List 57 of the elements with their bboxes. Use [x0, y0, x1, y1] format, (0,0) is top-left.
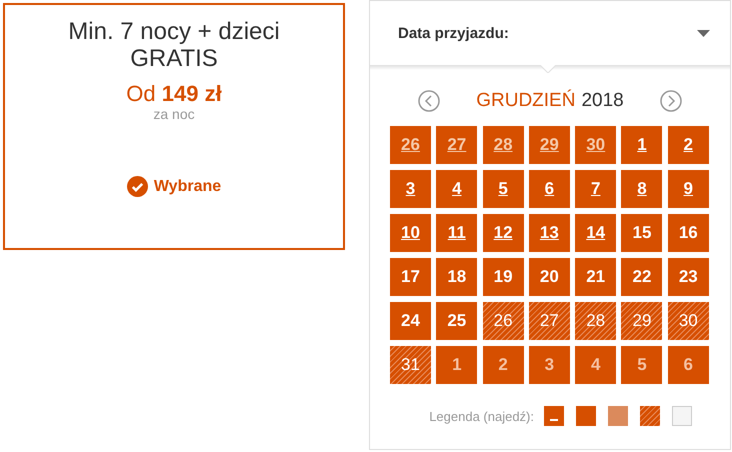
- day-cell: 2: [482, 346, 524, 384]
- day-cell: 3: [528, 346, 570, 384]
- legend-swatch[interactable]: [576, 406, 596, 426]
- day-link[interactable]: 1: [621, 126, 662, 164]
- legend-swatch[interactable]: [608, 406, 628, 426]
- day-cell: 18: [436, 258, 478, 296]
- day-link[interactable]: 27: [436, 126, 478, 164]
- offer-card[interactable]: Min. 7 nocy + dzieci GRATIS Od 149 zł za noc Wybrane: [3, 3, 345, 250]
- day-cell: 27: [528, 302, 570, 340]
- day-link[interactable]: 11: [436, 214, 478, 252]
- day-link[interactable]: 8: [621, 170, 662, 208]
- day-cell: 17: [390, 258, 431, 296]
- legend-label: Legenda (najedź):: [429, 408, 534, 424]
- day-cell: 28: [575, 302, 616, 340]
- day-cell: 21: [575, 258, 616, 296]
- day-cell: 20: [528, 258, 570, 296]
- day-cell: 23: [668, 258, 709, 296]
- day-link[interactable]: 30: [575, 126, 616, 164]
- day-link[interactable]: 7: [575, 170, 616, 208]
- day-link[interactable]: 3: [390, 170, 431, 208]
- day-cell: 26: [482, 302, 524, 340]
- day-link[interactable]: 4: [436, 170, 478, 208]
- month-title: GRUDZIEŃ 2018: [476, 90, 624, 112]
- day-link[interactable]: 13: [528, 214, 570, 252]
- previous-month-icon[interactable]: [418, 90, 440, 112]
- legend-swatch[interactable]: [640, 406, 660, 426]
- day-cell: 29: [621, 302, 662, 340]
- day-cell: 30: [668, 302, 709, 340]
- day-cell: 4: [575, 346, 616, 384]
- day-link[interactable]: 6: [528, 170, 570, 208]
- day-link[interactable]: 5: [482, 170, 524, 208]
- day-cell: 31: [390, 346, 431, 384]
- day-cell: 16: [668, 214, 709, 252]
- selected-label: Wybrane: [154, 178, 222, 196]
- next-month-icon[interactable]: [660, 90, 682, 112]
- day-link[interactable]: 26: [390, 126, 431, 164]
- day-link[interactable]: 10: [390, 214, 431, 252]
- legend-swatch[interactable]: [672, 406, 692, 426]
- day-cell: 22: [621, 258, 662, 296]
- day-cell: 6: [668, 346, 709, 384]
- day-cell: 15: [621, 214, 662, 252]
- day-link[interactable]: 28: [482, 126, 524, 164]
- price-note: za noc: [153, 106, 195, 122]
- day-link[interactable]: 2: [668, 126, 709, 164]
- day-cell: 19: [482, 258, 524, 296]
- day-link[interactable]: 14: [575, 214, 616, 252]
- day-link[interactable]: 29: [528, 126, 570, 164]
- day-cell: 25: [436, 302, 478, 340]
- offer-title: Min. 7 nocy + dzieci GRATIS: [67, 18, 281, 72]
- price-text: Od 149 zł: [126, 82, 222, 106]
- day-cell: 5: [621, 346, 662, 384]
- day-link[interactable]: 12: [482, 214, 524, 252]
- day-cell: 24: [390, 302, 431, 340]
- pointer-triangle: [540, 65, 556, 73]
- day-link[interactable]: 9: [668, 170, 709, 208]
- legend-swatch[interactable]: [544, 406, 564, 426]
- day-cell: 1: [436, 346, 478, 384]
